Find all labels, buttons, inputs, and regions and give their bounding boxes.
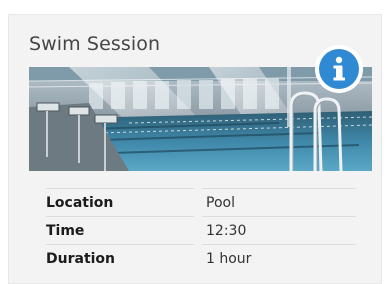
card-title: Swim Session	[29, 33, 161, 55]
info-button[interactable]	[315, 45, 363, 93]
detail-value: Pool	[206, 195, 235, 211]
detail-value: 12:30	[206, 223, 247, 239]
info-icon	[319, 49, 359, 89]
detail-row-time: Time 12:30	[29, 216, 359, 244]
session-card: Swim Session Location Pool Time 12:30 Du…	[8, 14, 382, 284]
detail-label: Duration	[46, 251, 116, 267]
detail-value: 1 hour	[206, 251, 252, 267]
detail-label: Location	[46, 195, 114, 211]
detail-row-location: Location Pool	[29, 188, 359, 216]
detail-row-duration: Duration 1 hour	[29, 244, 359, 272]
detail-label: Time	[46, 223, 85, 239]
